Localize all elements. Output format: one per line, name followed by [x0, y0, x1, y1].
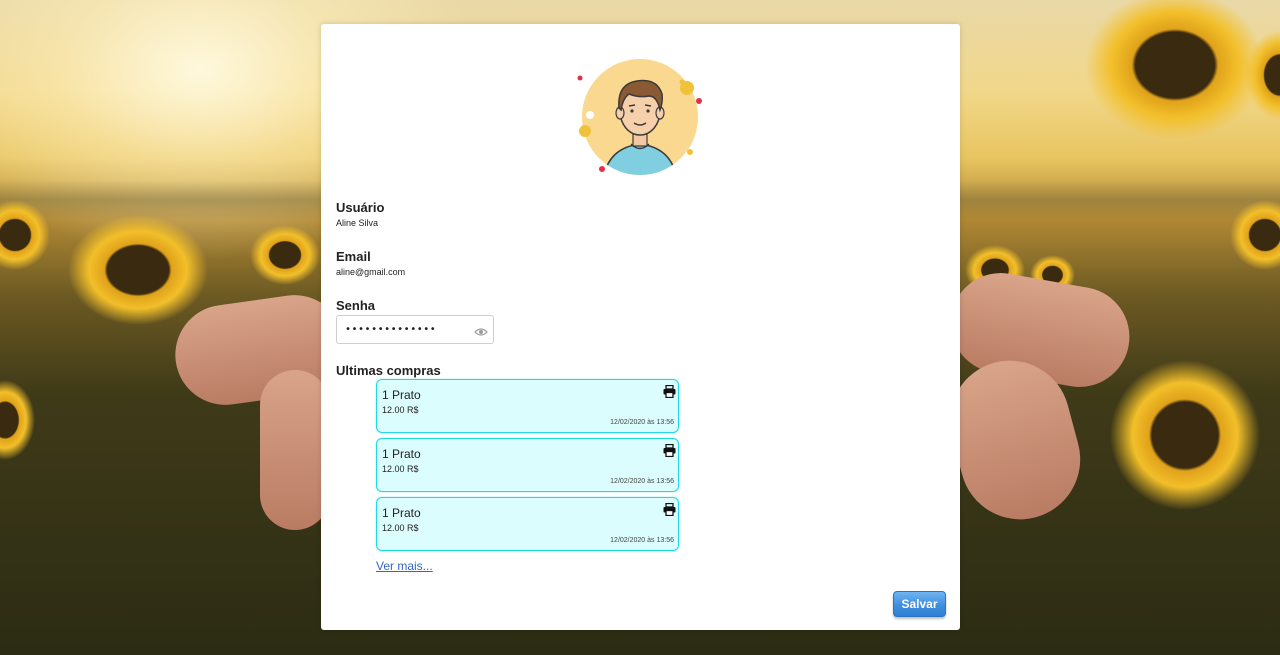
password-field[interactable] — [336, 315, 494, 344]
user-avatar-icon — [577, 56, 707, 186]
username-label: Usuário — [336, 200, 385, 215]
purchase-date: 12/02/2020 às 13:56 — [610, 537, 674, 544]
password-label: Senha — [336, 298, 376, 313]
eye-icon[interactable] — [474, 324, 488, 336]
printer-icon[interactable] — [663, 384, 676, 399]
purchase-price: 12.00 R$ — [382, 464, 419, 474]
purchase-title: 1 Prato — [382, 388, 421, 402]
printer-icon[interactable] — [663, 502, 676, 517]
see-more-link[interactable]: Ver mais... — [376, 559, 433, 573]
recent-purchases-label: Ultimas compras — [336, 363, 441, 378]
purchase-title: 1 Prato — [382, 506, 421, 520]
purchase-card[interactable]: 1 Prato 12.00 R$ 12/02/2020 às 13:56 — [376, 497, 679, 551]
profile-card: Usuário Aline Silva Email aline@gmail.co… — [321, 24, 960, 630]
email-label: Email — [336, 249, 371, 264]
printer-icon[interactable] — [663, 443, 676, 458]
purchase-price: 12.00 R$ — [382, 523, 419, 533]
purchase-card[interactable]: 1 Prato 12.00 R$ 12/02/2020 às 13:56 — [376, 438, 679, 492]
purchase-price: 12.00 R$ — [382, 405, 419, 415]
save-button[interactable]: Salvar — [893, 591, 946, 617]
username-value: Aline Silva — [336, 218, 379, 228]
purchase-title: 1 Prato — [382, 447, 421, 461]
purchase-date: 12/02/2020 às 13:56 — [610, 419, 674, 426]
email-value: aline@gmail.com — [336, 267, 406, 277]
password-input[interactable] — [345, 316, 471, 343]
purchase-card[interactable]: 1 Prato 12.00 R$ 12/02/2020 às 13:56 — [376, 379, 679, 433]
purchase-date: 12/02/2020 às 13:56 — [610, 478, 674, 485]
